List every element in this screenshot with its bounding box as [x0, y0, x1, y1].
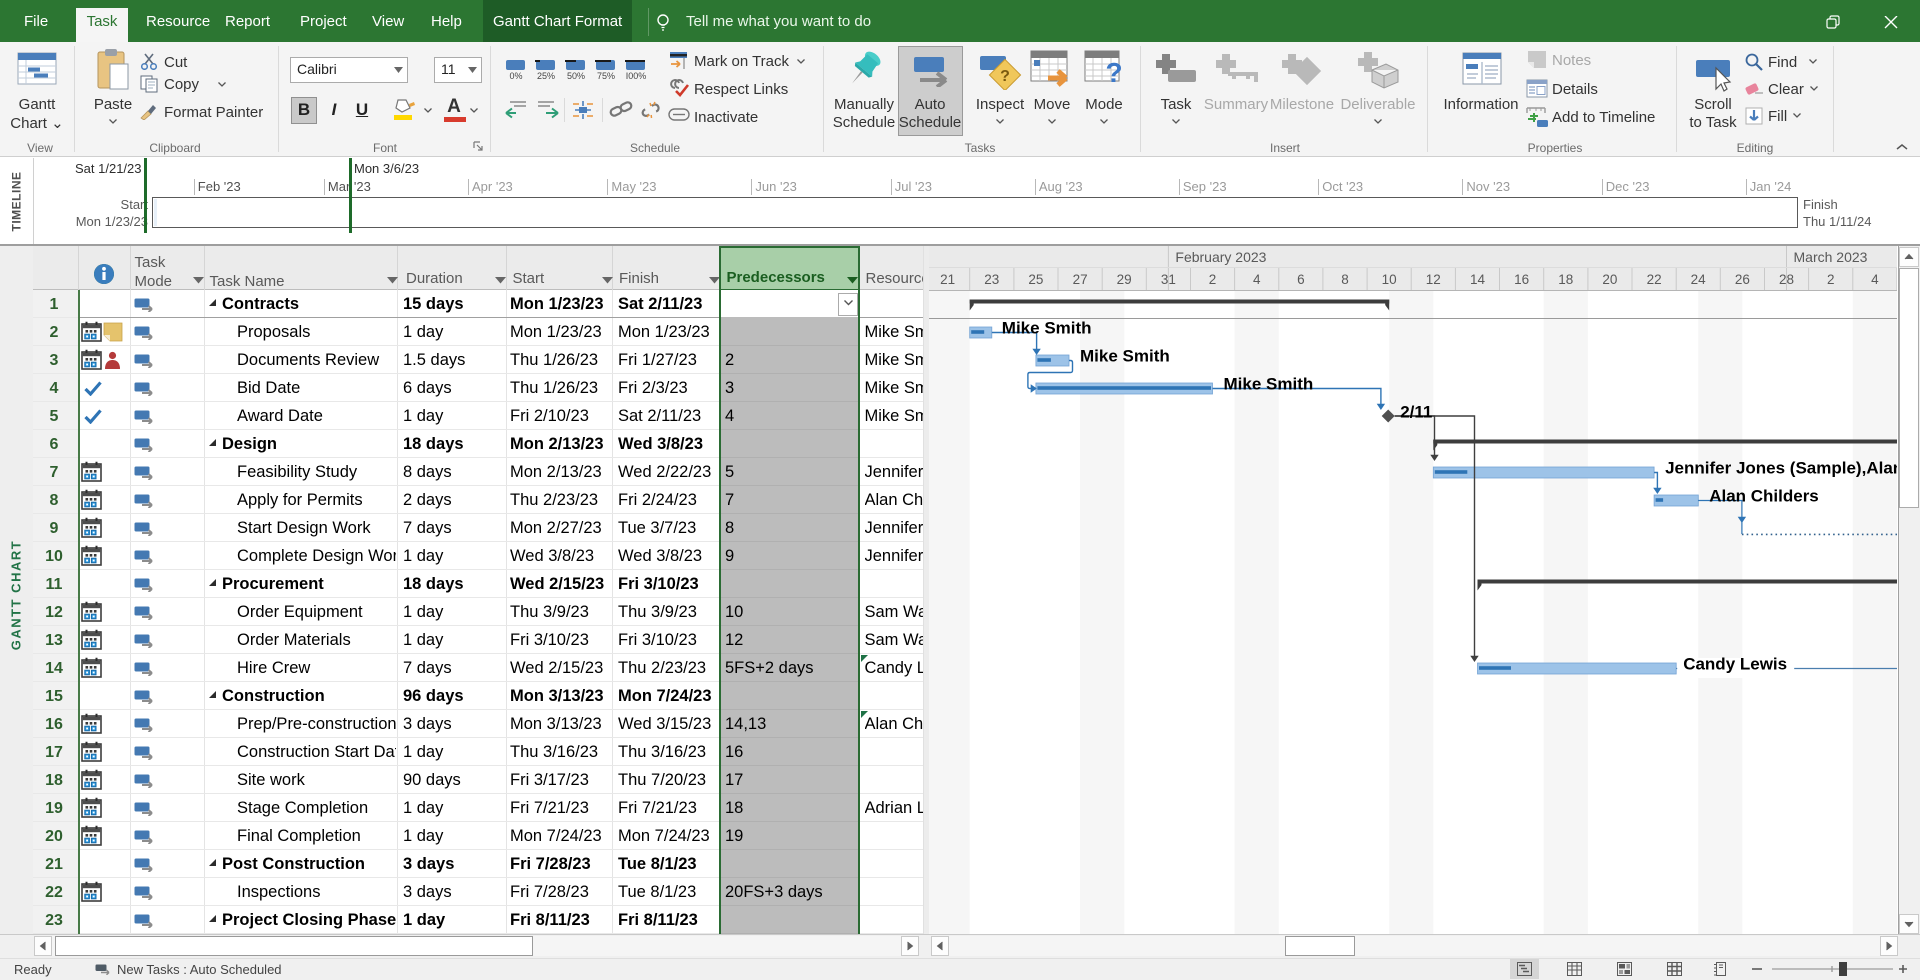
svg-text:Mike Smith: Mike Smith	[1224, 375, 1314, 394]
svg-text:?: ?	[1000, 68, 1010, 85]
svg-text:2: 2	[1209, 272, 1217, 287]
svg-text:23: 23	[984, 272, 999, 287]
svg-text:?: ?	[1105, 57, 1122, 88]
svg-text:21: 21	[940, 272, 955, 287]
svg-text:Mike Smith: Mike Smith	[1080, 347, 1170, 366]
svg-text:26: 26	[1735, 272, 1750, 287]
svg-text:4: 4	[1871, 272, 1879, 287]
svg-text:6: 6	[1297, 272, 1305, 287]
svg-text:28: 28	[1779, 272, 1794, 287]
svg-text:4: 4	[1253, 272, 1261, 287]
svg-text:20: 20	[1602, 272, 1617, 287]
svg-text:March 2023: March 2023	[1794, 249, 1868, 265]
svg-text:12: 12	[1426, 272, 1441, 287]
svg-text:Mike Smith: Mike Smith	[1002, 319, 1092, 338]
svg-text:31: 31	[1161, 272, 1176, 287]
svg-text:February 2023: February 2023	[1175, 249, 1266, 265]
svg-text:29: 29	[1117, 272, 1132, 287]
svg-text:27: 27	[1073, 272, 1088, 287]
svg-text:2/11: 2/11	[1400, 403, 1432, 422]
svg-text:14: 14	[1470, 272, 1486, 287]
svg-text:8: 8	[1341, 272, 1349, 287]
svg-text:2: 2	[1827, 272, 1835, 287]
svg-text:Alan Childers: Alan Childers	[1709, 487, 1819, 506]
svg-text:22: 22	[1647, 272, 1662, 287]
svg-text:Jennifer Jones (Sample),Alan C: Jennifer Jones (Sample),Alan C	[1665, 459, 1897, 478]
svg-text:10: 10	[1382, 272, 1397, 287]
svg-text:18: 18	[1558, 272, 1573, 287]
svg-text:16: 16	[1514, 272, 1529, 287]
svg-text:25: 25	[1028, 272, 1043, 287]
svg-text:Candy Lewis: Candy Lewis	[1683, 655, 1787, 674]
svg-text:24: 24	[1691, 272, 1707, 287]
